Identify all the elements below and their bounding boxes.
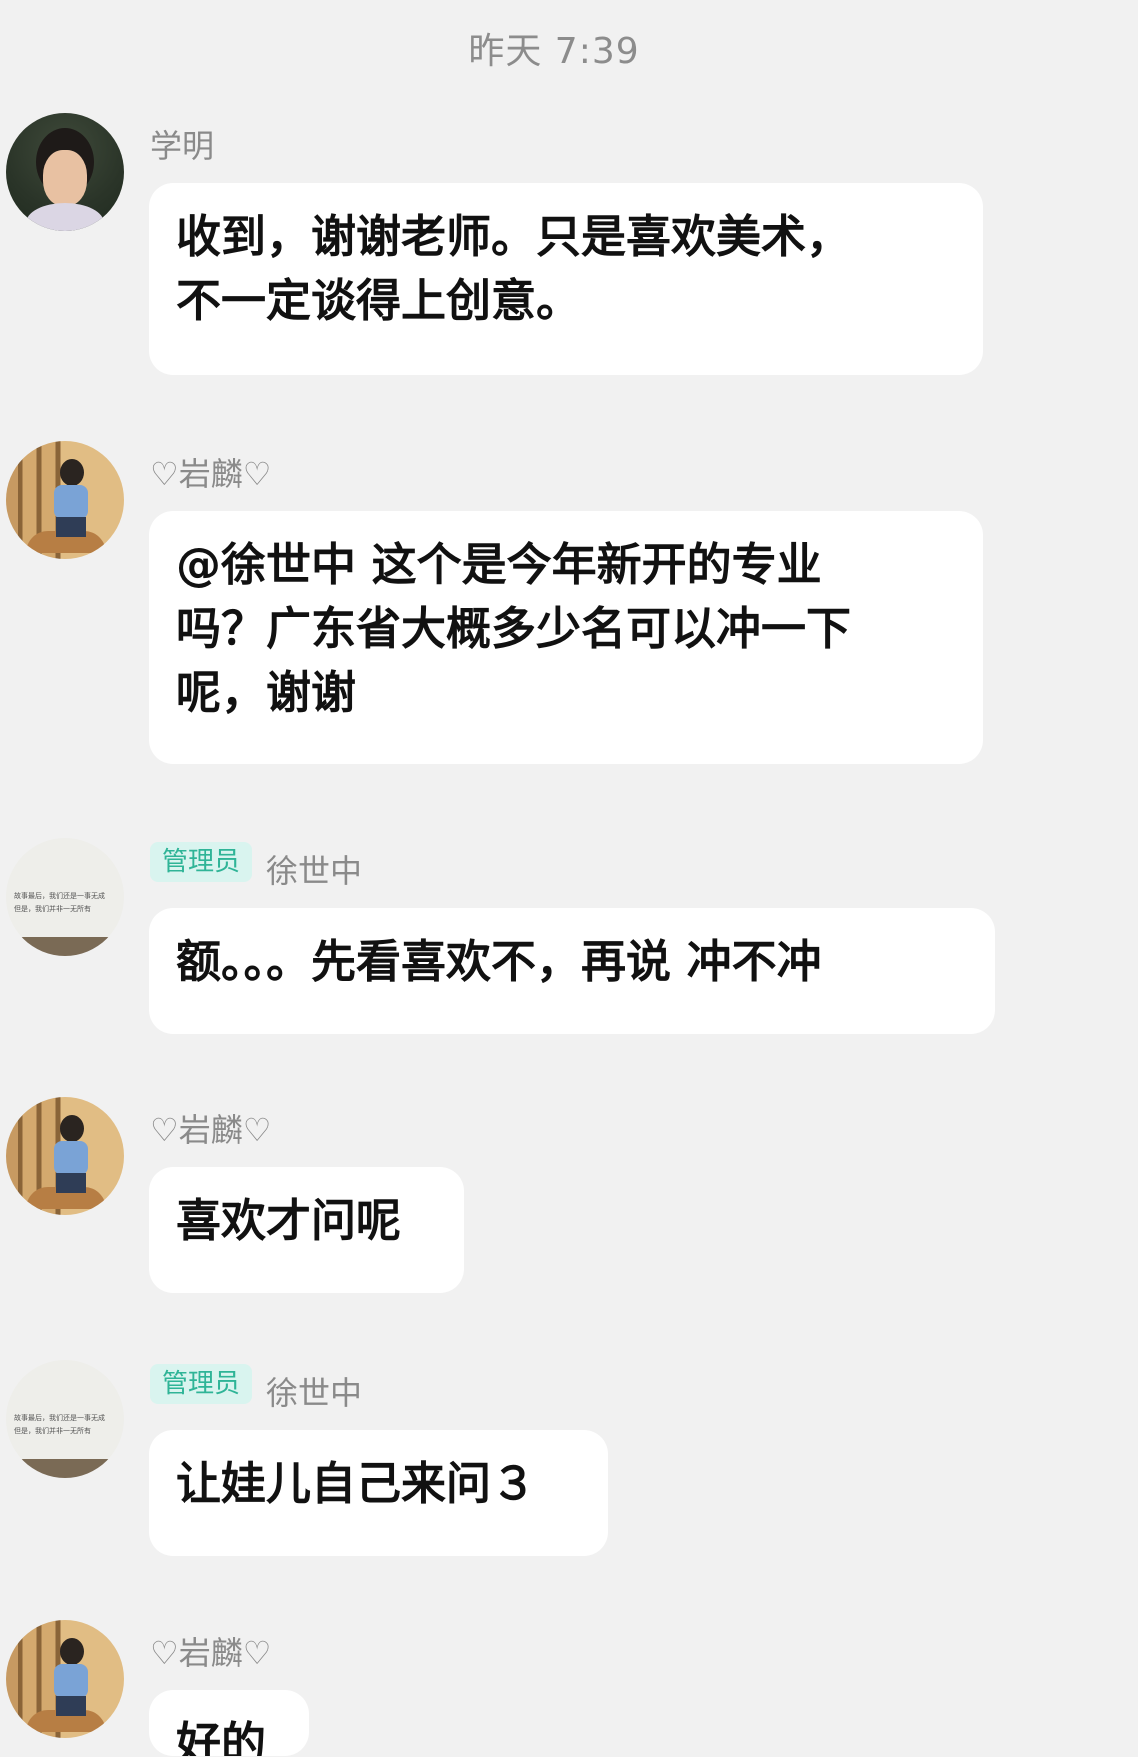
message-bubble[interactable]: 收到，谢谢老师。只是喜欢美术， 不一定谈得上创意。 (149, 183, 983, 375)
avatar-face (43, 150, 87, 206)
avatar-shorts (56, 1696, 86, 1716)
sender-name: 学明 (150, 127, 215, 165)
avatar[interactable]: 故事最后，我们还是一事无成 但是，我们并非一无所有 (6, 838, 124, 956)
avatar[interactable] (6, 1620, 124, 1738)
sender-name: ♡岩麟♡ (150, 455, 272, 493)
sender-name: 徐世中 (266, 852, 363, 890)
avatar-shorts (56, 1173, 86, 1193)
avatar-head (60, 1115, 84, 1142)
admin-badge: 管理员 (150, 842, 253, 882)
avatar-shorts (56, 517, 86, 537)
sender-name: ♡岩麟♡ (150, 1634, 272, 1672)
avatar-shirt (54, 1664, 88, 1698)
avatar-shirt (26, 203, 104, 231)
avatar-shirt (54, 1141, 88, 1175)
message-bubble[interactable]: 额。。。先看喜欢不，再说 冲不冲 (149, 908, 995, 1034)
message-bubble[interactable]: 好的 (149, 1690, 309, 1756)
avatar-shirt (54, 485, 88, 519)
avatar[interactable] (6, 441, 124, 559)
avatar[interactable] (6, 1097, 124, 1215)
avatar-caption: 故事最后，我们还是一事无成 但是，我们并非一无所有 (14, 1414, 105, 1435)
avatar[interactable] (6, 113, 124, 231)
sender-name: ♡岩麟♡ (150, 1111, 272, 1149)
message-bubble[interactable]: 让娃儿自己来问３ (149, 1430, 608, 1556)
avatar-head (60, 1638, 84, 1665)
admin-badge: 管理员 (150, 1364, 253, 1404)
message-bubble[interactable]: @徐世中 这个是今年新开的专业 吗？广东省大概多少名可以冲一下 呢，谢谢 (149, 511, 983, 764)
sender-name: 徐世中 (266, 1374, 363, 1412)
avatar-caption: 故事最后，我们还是一事无成 但是，我们并非一无所有 (14, 892, 105, 913)
avatar-head (60, 459, 84, 486)
message-bubble[interactable]: 喜欢才问呢 (149, 1167, 464, 1293)
avatar[interactable]: 故事最后，我们还是一事无成 但是，我们并非一无所有 (6, 1360, 124, 1478)
timestamp: 昨天 7:39 (468, 31, 640, 72)
